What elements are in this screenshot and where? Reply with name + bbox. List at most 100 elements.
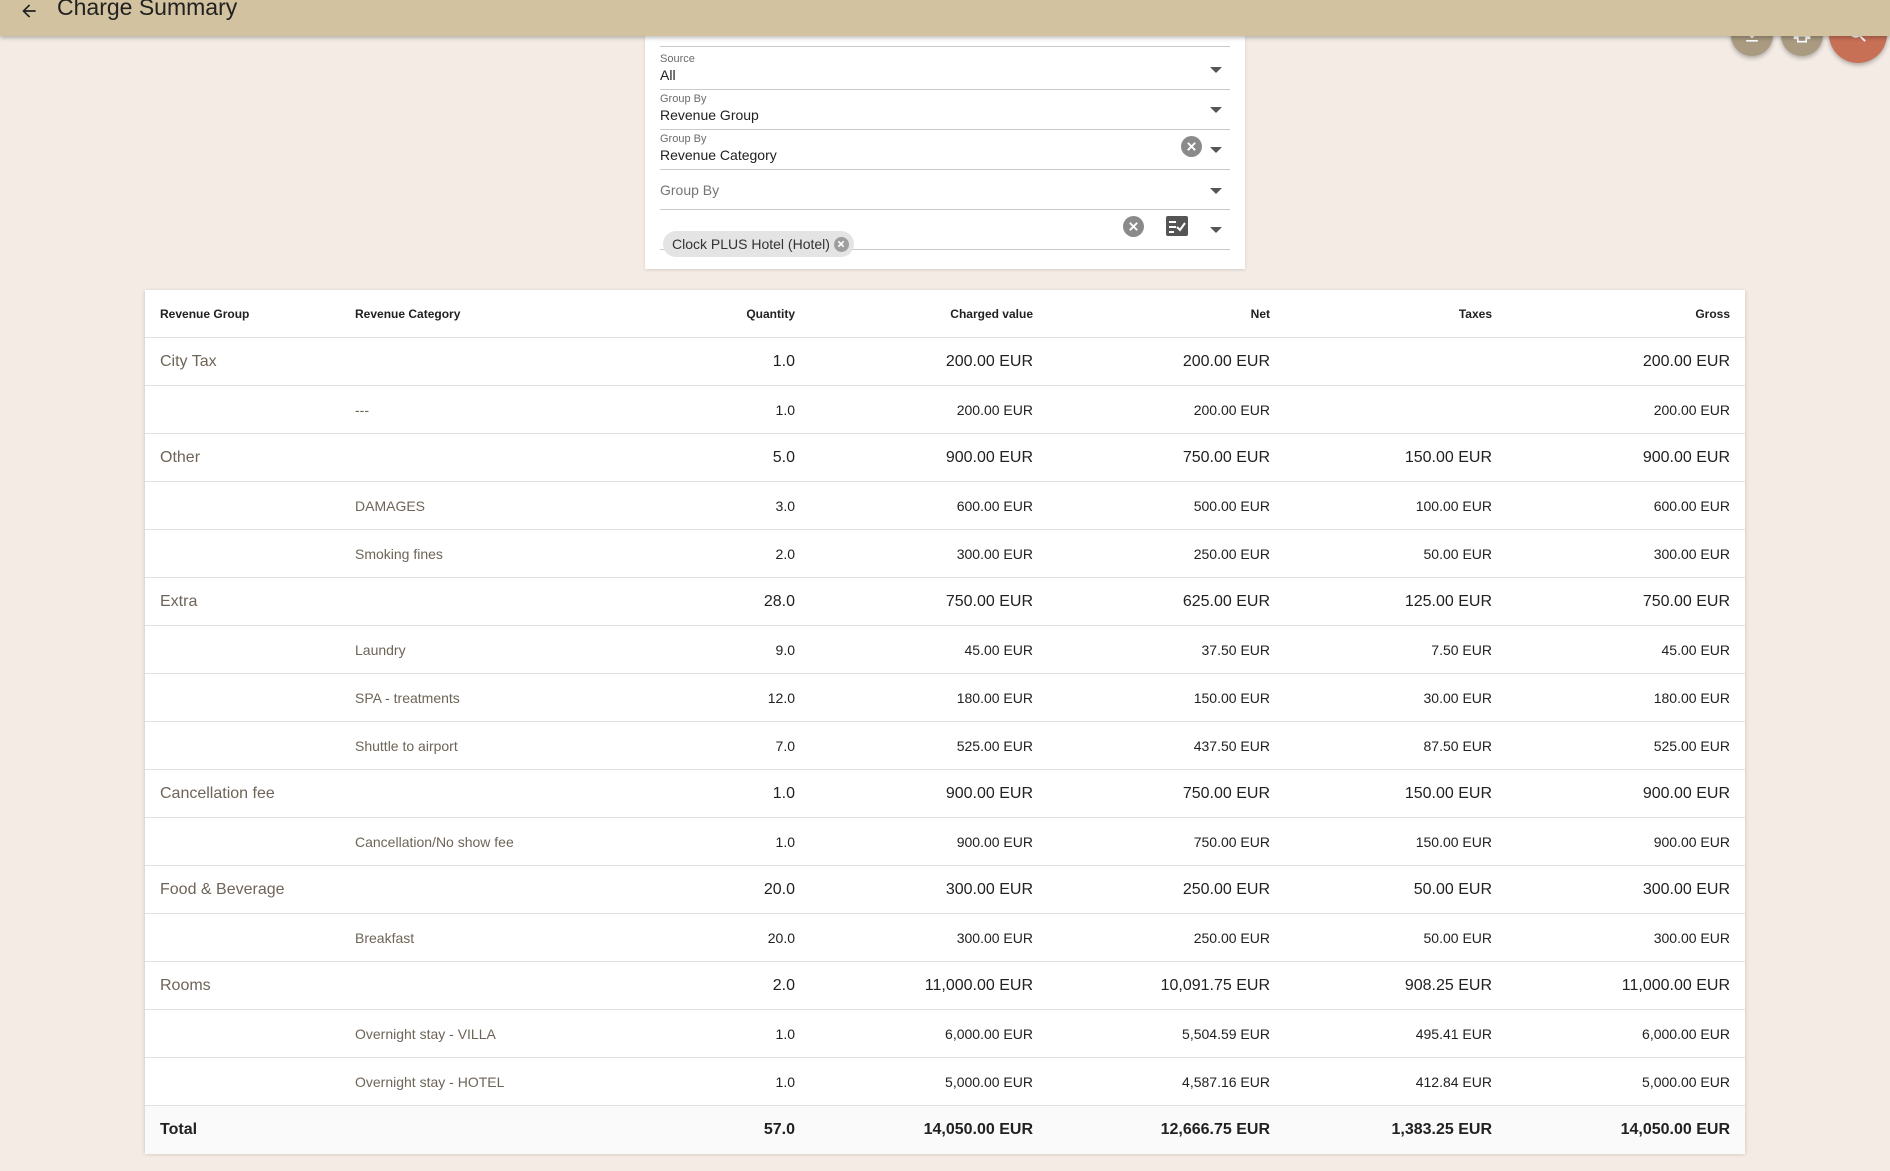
taxes-cell: 150.00 EUR [1404, 449, 1492, 466]
group-by-2-value: Revenue Category [660, 147, 777, 163]
column-header-taxes[interactable]: Taxes [1459, 290, 1492, 338]
chevron-down-icon[interactable] [1210, 147, 1222, 153]
table-row: --- 1.0 200.00 EUR 200.00 EUR 200.00 EUR [145, 386, 1745, 434]
table-group-row: City Tax 1.0 200.00 EUR 200.00 EUR 200.00 EU… [145, 338, 1745, 386]
net-cell: 625.00 EUR [1182, 593, 1270, 610]
quantity-cell: 1.0 [775, 402, 795, 418]
table-row: Overnight stay - HOTEL 1.0 5,000.00 EUR 4,5… [145, 1058, 1745, 1106]
revenue-group-cell: Food & Beverage [160, 881, 285, 898]
gross-cell: 200.00 EUR [1642, 353, 1730, 370]
clear-icon[interactable] [1181, 136, 1202, 157]
source-select[interactable]: Source All [660, 50, 1230, 90]
net-cell: 200.00 EUR [1193, 402, 1270, 418]
charge-summary-table: Revenue Group Revenue Category Quantity … [145, 290, 1745, 1154]
column-header-charged-value[interactable]: Charged value [950, 290, 1033, 338]
revenue-group-cell: Extra [160, 593, 198, 610]
charged-value-cell: 200.00 EUR [945, 353, 1033, 370]
charged-value-cell: 200.00 EUR [956, 402, 1033, 418]
net-cell: 750.00 EUR [1193, 834, 1270, 850]
total-label: Total [160, 1121, 198, 1138]
taxes-cell: 412.84 EUR [1415, 1074, 1492, 1090]
net-cell: 200.00 EUR [1182, 353, 1270, 370]
gross-cell: 600.00 EUR [1653, 498, 1730, 514]
charged-value-cell: 6,000.00 EUR [945, 1026, 1033, 1042]
clear-icon[interactable] [1123, 216, 1144, 237]
table-group-row: Cancellation fee 1.0 900.00 EUR 750.00 EUR 1… [145, 770, 1745, 818]
quantity-cell: 7.0 [775, 738, 795, 754]
quantity-cell: 12.0 [767, 690, 795, 706]
net-cell: 5,504.59 EUR [1182, 1026, 1270, 1042]
revenue-category-cell: --- [355, 402, 369, 418]
gross-cell: 300.00 EUR [1653, 930, 1730, 946]
total-net: 12,666.75 EUR [1160, 1121, 1270, 1138]
total-charged-value: 14,050.00 EUR [923, 1121, 1033, 1138]
chevron-down-icon[interactable] [1210, 188, 1222, 194]
revenue-category-cell: Cancellation/No show fee [355, 834, 514, 850]
charged-value-cell: 5,000.00 EUR [945, 1074, 1033, 1090]
taxes-cell: 150.00 EUR [1415, 834, 1492, 850]
total-quantity: 57.0 [763, 1121, 795, 1138]
gross-cell: 300.00 EUR [1642, 881, 1730, 898]
table-row: Laundry 9.0 45.00 EUR 37.50 EUR 7.50 EUR 45.0… [145, 626, 1745, 674]
column-header-quantity[interactable]: Quantity [746, 290, 795, 338]
chevron-down-icon[interactable] [1210, 67, 1222, 73]
gross-cell: 525.00 EUR [1653, 738, 1730, 754]
net-cell: 10,091.75 EUR [1160, 977, 1270, 994]
chip-close-icon[interactable] [833, 236, 849, 252]
revenue-group-cell: Other [160, 449, 201, 466]
charged-value-cell: 750.00 EUR [945, 593, 1033, 610]
revenue-category-cell: DAMAGES [355, 498, 426, 514]
gross-cell: 900.00 EUR [1642, 449, 1730, 466]
revenue-category-cell: Smoking fines [355, 546, 443, 562]
revenue-category-cell: Overnight stay - VILLA [355, 1026, 496, 1042]
gross-cell: 750.00 EUR [1642, 593, 1730, 610]
arrow-left-icon [22, 4, 36, 18]
back-button[interactable] [12, 0, 46, 22]
table-row: SPA - treatments 12.0 180.00 EUR 150.00 EUR… [145, 674, 1745, 722]
checklist-icon[interactable] [1166, 216, 1188, 241]
taxes-cell: 50.00 EUR [1423, 546, 1492, 562]
charged-value-cell: 45.00 EUR [964, 642, 1033, 658]
column-header-gross[interactable]: Gross [1695, 290, 1730, 338]
charged-value-cell: 900.00 EUR [945, 449, 1033, 466]
column-header-revenue-group[interactable]: Revenue Group [160, 290, 249, 338]
group-by-2-select[interactable]: Group By Revenue Category [660, 130, 1230, 170]
revenue-category-cell: Shuttle to airport [355, 738, 458, 754]
gross-cell: 6,000.00 EUR [1642, 1026, 1730, 1042]
net-cell: 4,587.16 EUR [1182, 1074, 1270, 1090]
quantity-cell: 9.0 [775, 642, 795, 658]
taxes-cell: 7.50 EUR [1431, 642, 1492, 658]
charged-value-cell: 180.00 EUR [956, 690, 1033, 706]
quantity-cell: 20.0 [763, 881, 795, 898]
table-group-row: Food & Beverage 20.0 300.00 EUR 250.00 EUR 5… [145, 866, 1745, 914]
net-cell: 750.00 EUR [1182, 785, 1270, 802]
quantity-cell: 1.0 [772, 353, 795, 370]
property-select[interactable]: Clock PLUS Hotel (Hotel) [660, 210, 1230, 257]
quantity-cell: 1.0 [775, 1026, 795, 1042]
chevron-down-icon[interactable] [1210, 227, 1222, 233]
table-group-row: Extra 28.0 750.00 EUR 625.00 EUR 125.00 EUR 7… [145, 578, 1745, 626]
chevron-down-icon[interactable] [1210, 107, 1222, 113]
quantity-cell: 3.0 [775, 498, 795, 514]
table-row: Shuttle to airport 7.0 525.00 EUR 437.50 EU… [145, 722, 1745, 770]
group-by-3-select[interactable]: Group By [660, 170, 1230, 210]
quantity-cell: 2.0 [775, 546, 795, 562]
group-by-3-placeholder: Group By [660, 182, 720, 198]
gross-cell: 300.00 EUR [1653, 546, 1730, 562]
charged-value-cell: 900.00 EUR [956, 834, 1033, 850]
taxes-cell: 30.00 EUR [1423, 690, 1492, 706]
group-by-2-label: Group By [660, 133, 707, 145]
table-row: Overnight stay - VILLA 1.0 6,000.00 EUR 5,5… [145, 1010, 1745, 1058]
taxes-cell: 50.00 EUR [1413, 881, 1492, 898]
gross-cell: 11,000.00 EUR [1621, 977, 1730, 994]
column-header-revenue-category[interactable]: Revenue Category [355, 290, 460, 338]
column-header-net[interactable]: Net [1251, 290, 1270, 338]
taxes-cell: 150.00 EUR [1404, 785, 1492, 802]
charged-value-cell: 300.00 EUR [945, 881, 1033, 898]
charged-value-cell: 300.00 EUR [956, 546, 1033, 562]
net-cell: 150.00 EUR [1193, 690, 1270, 706]
gross-cell: 5,000.00 EUR [1642, 1074, 1730, 1090]
total-gross: 14,050.00 EUR [1620, 1121, 1730, 1138]
table-row: Breakfast 20.0 300.00 EUR 250.00 EUR 50.00 E… [145, 914, 1745, 962]
group-by-1-select[interactable]: Group By Revenue Group [660, 90, 1230, 130]
